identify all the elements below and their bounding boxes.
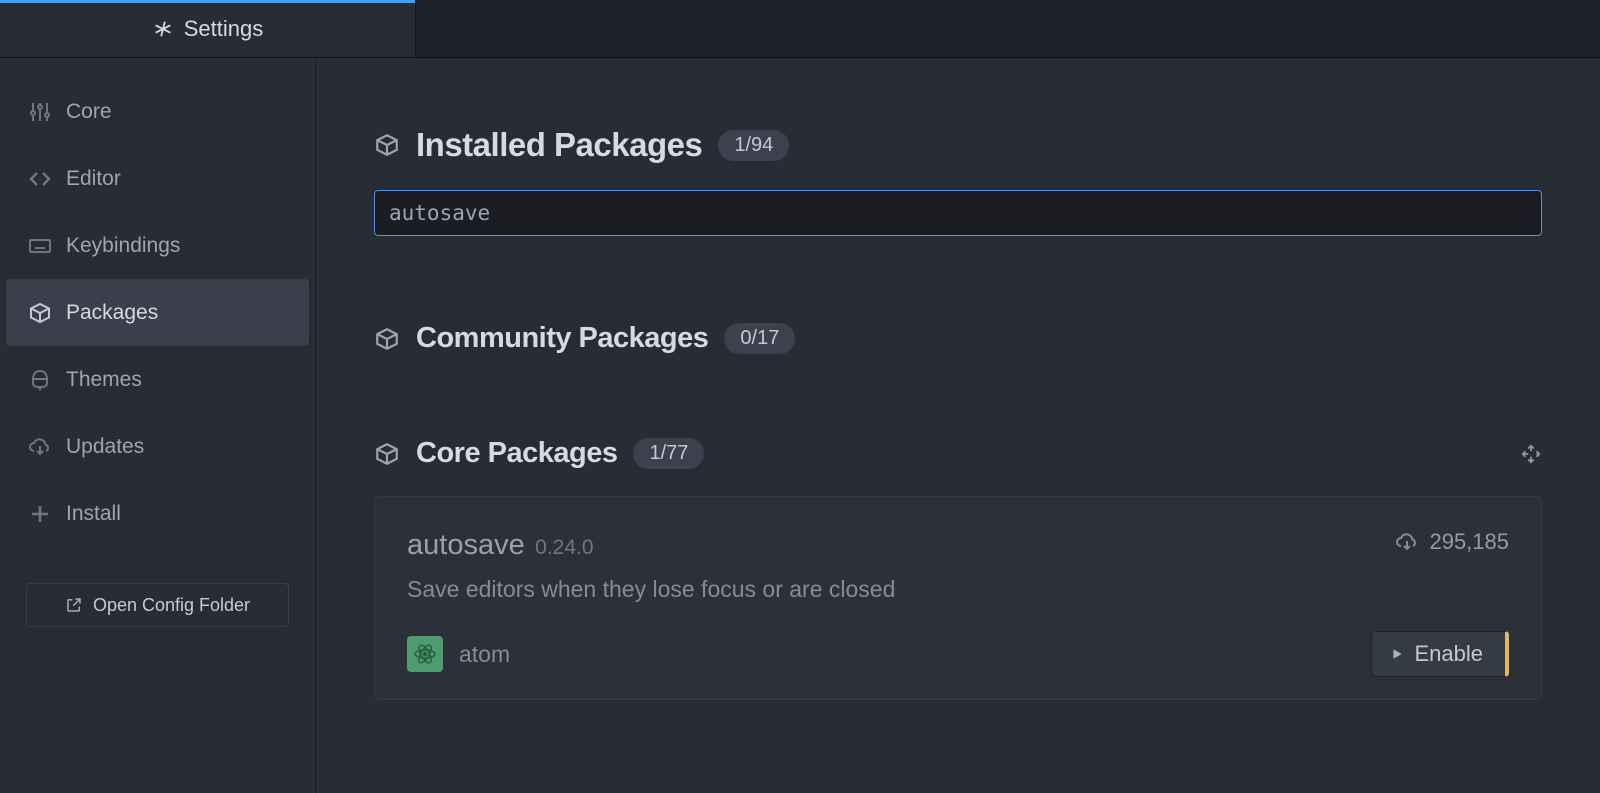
sidebar-item-packages[interactable]: Packages xyxy=(6,279,309,346)
tab-strip: Settings xyxy=(0,0,1600,58)
package-description: Save editors when they lose focus or are… xyxy=(407,576,1509,603)
sidebar-item-label: Editor xyxy=(66,167,121,191)
cloud-download-icon xyxy=(1395,530,1419,554)
download-count-value: 295,185 xyxy=(1429,529,1509,555)
tab-label: Settings xyxy=(184,16,264,42)
settings-sidebar: Core Editor Keybindings xyxy=(0,58,316,793)
play-icon xyxy=(1390,647,1404,661)
open-config-label: Open Config Folder xyxy=(93,595,250,616)
package-filter-input[interactable] xyxy=(374,190,1542,236)
community-packages-header: Community Packages 0/17 xyxy=(374,322,1542,355)
sidebar-item-themes[interactable]: Themes xyxy=(6,346,309,413)
installed-packages-header: Installed Packages 1/94 xyxy=(374,126,1542,164)
sidebar-item-updates[interactable]: Updates xyxy=(6,413,309,480)
package-card-autosave[interactable]: autosave 0.24.0 295,185 Save editors whe… xyxy=(374,496,1542,700)
author-avatar xyxy=(407,636,443,672)
collapse-icon[interactable] xyxy=(1520,443,1542,465)
package-version: 0.24.0 xyxy=(535,536,593,559)
sidebar-item-label: Keybindings xyxy=(66,234,180,258)
plus-icon xyxy=(28,502,52,526)
settings-icon xyxy=(152,18,174,40)
package-author[interactable]: atom xyxy=(407,636,510,672)
core-packages-header: Core Packages 1/77 xyxy=(374,437,1542,470)
atom-icon xyxy=(413,642,437,666)
external-link-icon xyxy=(65,596,83,614)
sliders-icon xyxy=(28,100,52,124)
packages-panel: Installed Packages 1/94 Community Packag… xyxy=(316,58,1600,793)
community-count-badge: 0/17 xyxy=(724,323,795,354)
author-name: atom xyxy=(459,641,510,668)
community-title: Community Packages xyxy=(416,322,708,355)
sidebar-item-label: Packages xyxy=(66,301,158,325)
open-config-folder-button[interactable]: Open Config Folder xyxy=(26,583,289,627)
package-footer: atom Enable xyxy=(407,631,1509,677)
package-name: autosave xyxy=(407,529,525,561)
sidebar-item-core[interactable]: Core xyxy=(6,78,309,145)
sidebar-item-label: Core xyxy=(66,100,112,124)
package-icon xyxy=(28,301,52,325)
core-count-badge: 1/77 xyxy=(633,438,704,469)
installed-count-badge: 1/94 xyxy=(718,130,789,161)
keyboard-icon xyxy=(28,234,52,258)
tab-settings[interactable]: Settings xyxy=(0,0,416,57)
installed-title: Installed Packages xyxy=(416,126,702,164)
code-icon xyxy=(28,167,52,191)
sidebar-item-editor[interactable]: Editor xyxy=(6,145,309,212)
sidebar-item-keybindings[interactable]: Keybindings xyxy=(6,212,309,279)
paint-bucket-icon xyxy=(28,368,52,392)
enable-label: Enable xyxy=(1414,641,1483,667)
package-icon xyxy=(374,441,400,467)
package-header: autosave 0.24.0 295,185 xyxy=(407,529,1509,562)
package-title: autosave 0.24.0 xyxy=(407,529,594,562)
package-download-count: 295,185 xyxy=(1395,529,1509,555)
sidebar-item-label: Updates xyxy=(66,435,144,459)
core-title: Core Packages xyxy=(416,437,617,470)
sidebar-item-install[interactable]: Install xyxy=(6,480,309,547)
cloud-download-icon xyxy=(28,435,52,459)
sidebar-item-label: Install xyxy=(66,502,121,526)
package-icon xyxy=(374,326,400,352)
package-icon xyxy=(374,132,400,158)
enable-button[interactable]: Enable xyxy=(1371,631,1509,677)
sidebar-item-label: Themes xyxy=(66,368,142,392)
sidebar-list: Core Editor Keybindings xyxy=(0,78,315,547)
